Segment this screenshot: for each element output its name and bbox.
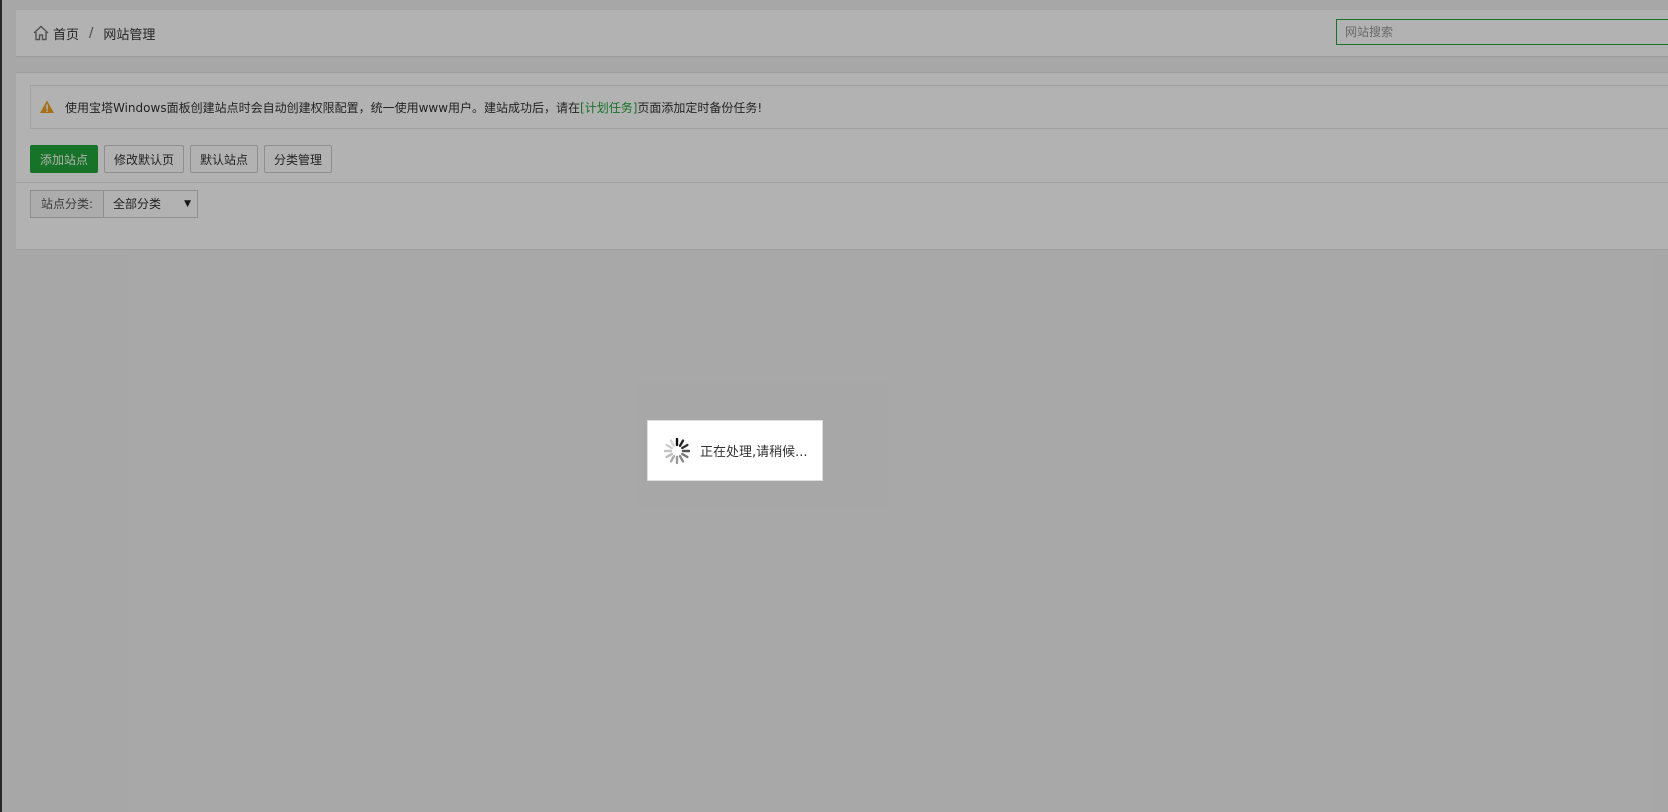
loading-overlay [0,0,1668,812]
loading-text: 正在处理,请稍候... [700,445,808,460]
loading-dialog: 正在处理,请稍候... [647,420,823,481]
spinner-icon [662,436,692,466]
